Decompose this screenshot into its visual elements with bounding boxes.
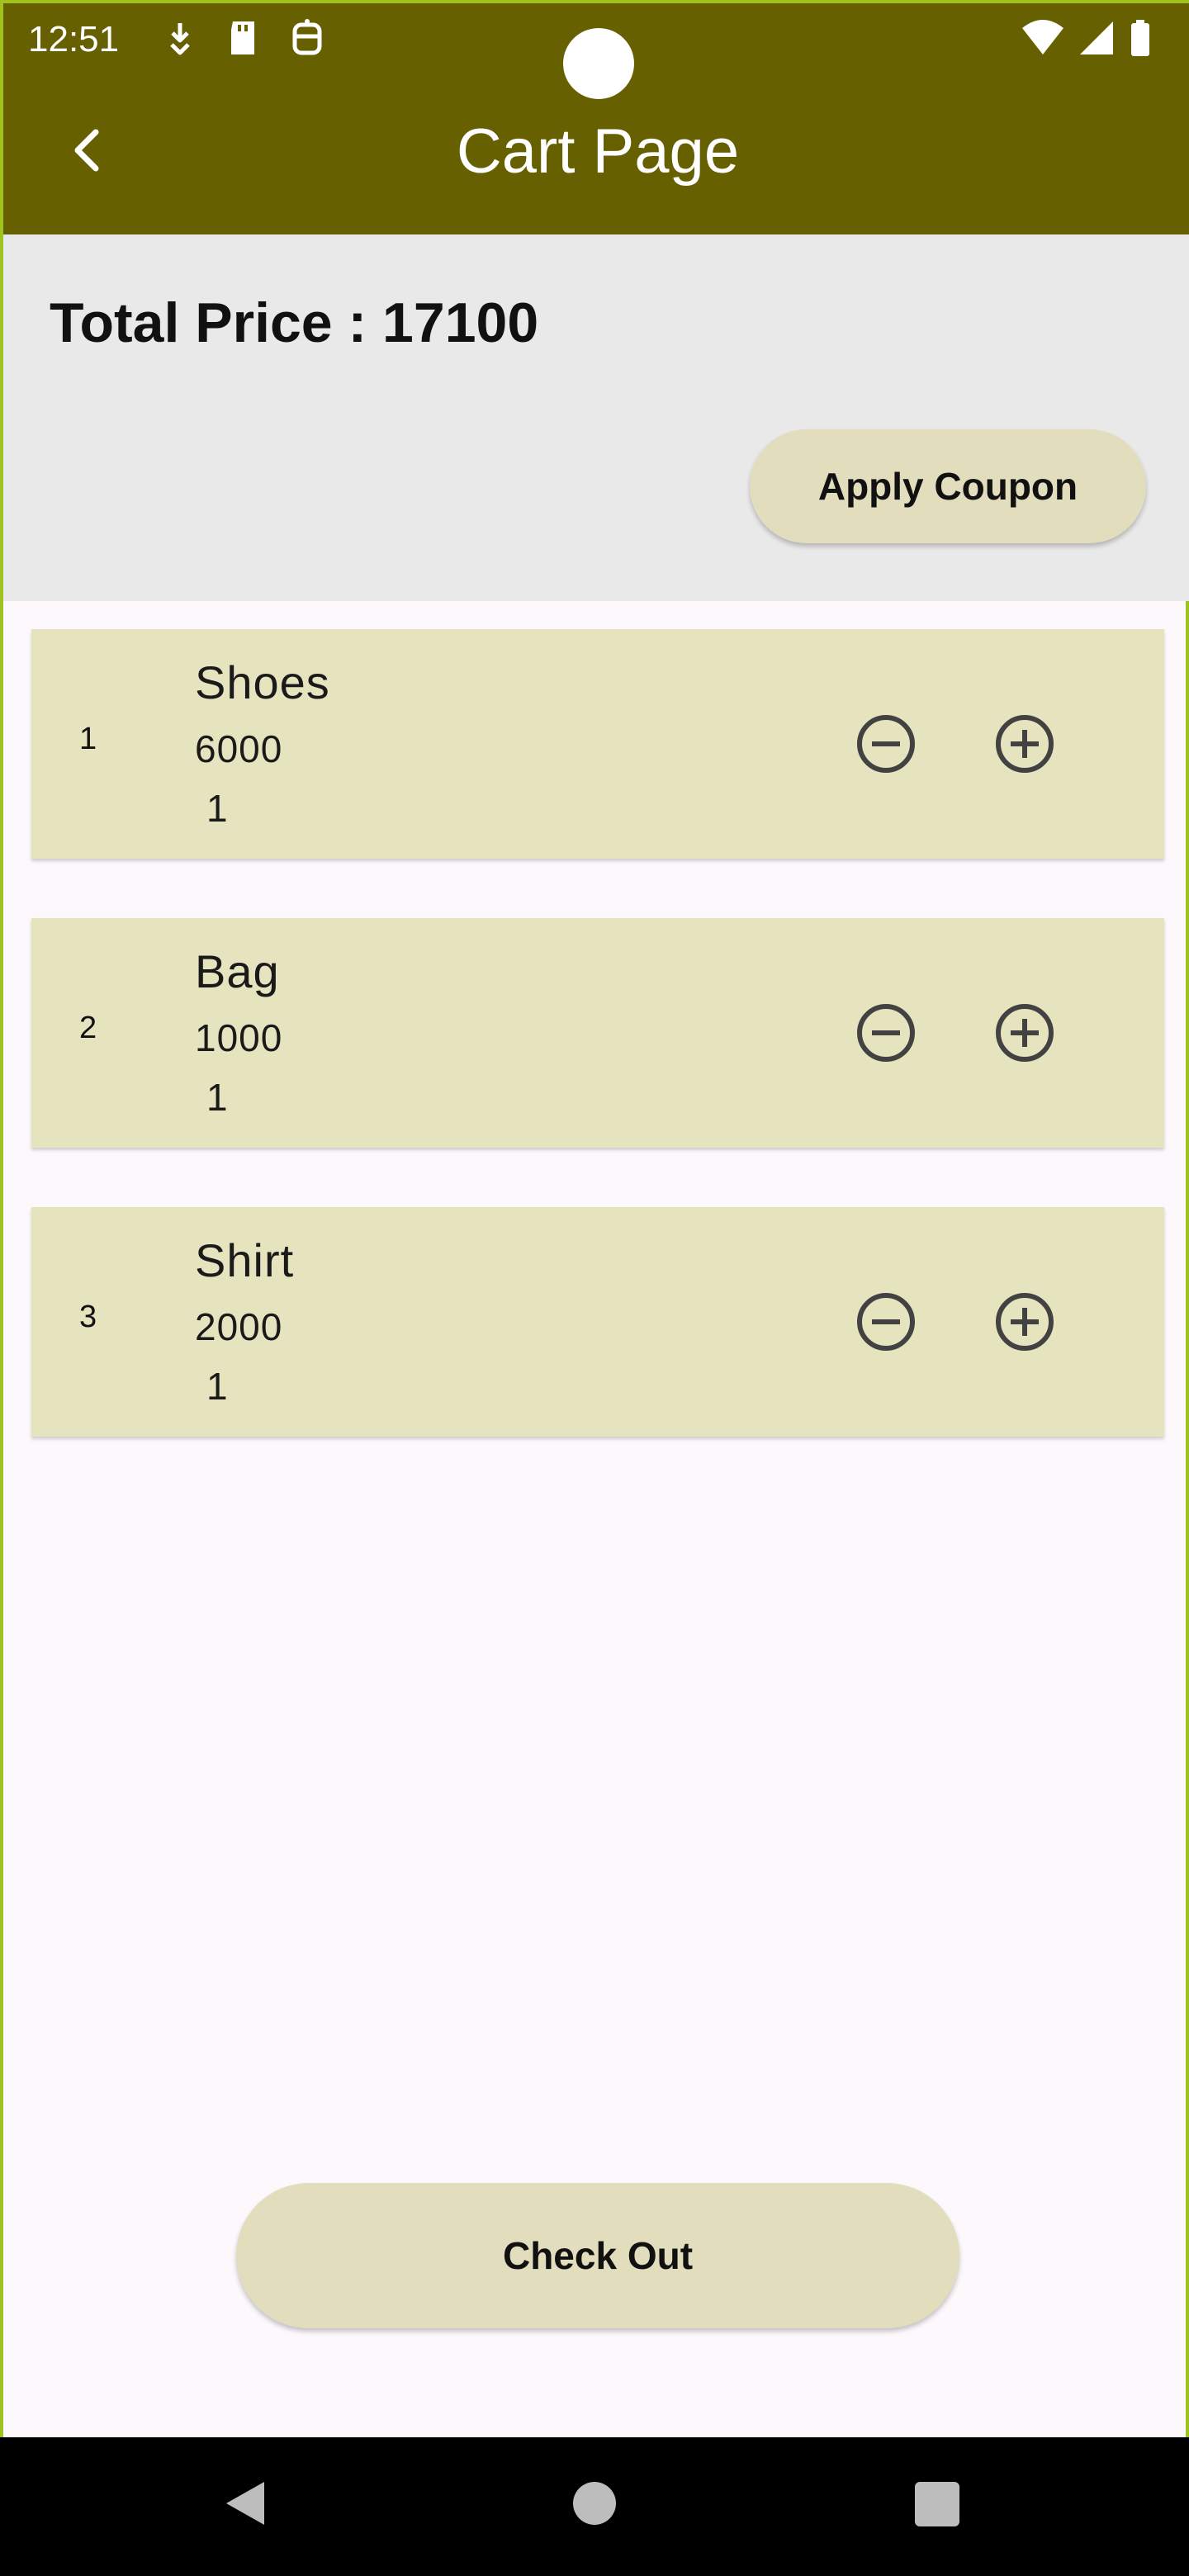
status-right-icons [1021,18,1153,58]
total-price-label: Total Price : 17100 [50,291,539,354]
battery-icon [1128,18,1153,58]
plus-circle-icon [996,1293,1054,1351]
item-name: Shirt [195,1234,295,1286]
signal-icon [1077,18,1116,58]
page-title: Cart Page [456,116,740,187]
item-index: 3 [79,1300,97,1334]
minus-circle-icon [857,1004,915,1062]
item-name: Shoes [195,656,330,708]
sd-card-icon [226,18,259,58]
accessibility-icon [291,18,324,58]
item-quantity: 1 [206,1076,228,1119]
item-price: 1000 [195,1016,283,1059]
camera-cutout [563,28,634,99]
plus-circle-icon [996,715,1054,773]
nav-home-button[interactable] [573,2482,616,2525]
nav-back-button[interactable] [221,2479,269,2532]
plus-circle-icon [996,1004,1054,1062]
item-quantity: 1 [206,1365,228,1408]
wifi-icon [1021,18,1065,58]
cart-item: 3 Shirt 2000 1 [31,1207,1164,1437]
checkout-button[interactable]: Check Out [236,2183,959,2328]
app-bar: 12:51 Cart Page [3,3,1189,234]
status-time: 12:51 [28,19,120,59]
increase-quantity-button[interactable] [994,1291,1055,1352]
apply-coupon-button[interactable]: Apply Coupon [750,429,1146,543]
download-arrow-icon [165,18,195,58]
app-screen: 12:51 Cart Page Total Price: 17100 Appl… [0,0,1189,2576]
item-index: 1 [79,722,97,756]
minus-circle-icon [857,1293,915,1351]
item-price: 2000 [195,1305,283,1348]
item-price: 6000 [195,727,283,770]
status-left-icons [165,18,324,58]
total-summary: Total Price : 17100 Apply Coupon [3,234,1189,601]
decrease-quantity-button[interactable] [855,1291,917,1352]
item-quantity: 1 [206,787,228,830]
increase-quantity-button[interactable] [994,713,1055,774]
system-nav-bar [0,2437,1189,2576]
cart-item: 1 Shoes 6000 1 [31,629,1164,859]
increase-quantity-button[interactable] [994,1002,1055,1063]
minus-circle-icon [857,715,915,773]
decrease-quantity-button[interactable] [855,713,917,774]
triangle-back-icon [226,2482,264,2525]
item-index: 2 [79,1011,97,1045]
decrease-quantity-button[interactable] [855,1002,917,1063]
item-name: Bag [195,945,280,997]
nav-recents-button[interactable] [915,2482,959,2526]
cart-item: 2 Bag 1000 1 [31,918,1164,1148]
